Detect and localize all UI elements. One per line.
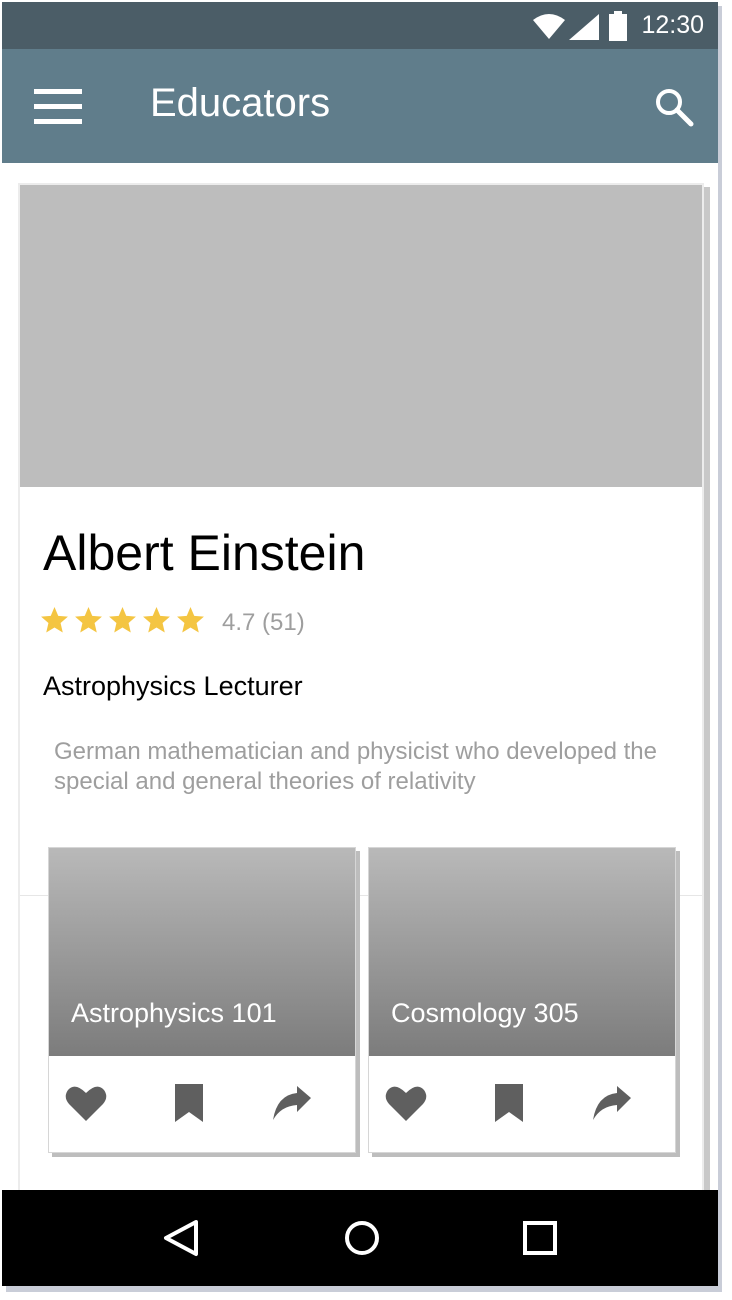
phone-screen: 12:30 Educators Albert Einstein 4.7 (51)…	[2, 2, 718, 1286]
course-image: Astrophysics 101	[49, 848, 355, 1056]
search-icon[interactable]	[654, 87, 694, 127]
bookmark-icon[interactable]	[493, 1082, 525, 1124]
educator-name: Albert Einstein	[43, 525, 366, 581]
rating-text: 4.7 (51)	[222, 609, 305, 636]
share-icon[interactable]	[271, 1086, 313, 1122]
content-area: Albert Einstein 4.7 (51) Astrophysics Le…	[2, 163, 718, 1197]
bookmark-icon[interactable]	[173, 1082, 205, 1124]
menu-icon[interactable]	[34, 89, 82, 125]
signal-icon	[569, 14, 599, 40]
educator-card: Albert Einstein 4.7 (51) Astrophysics Le…	[18, 183, 704, 1193]
course-card[interactable]: Astrophysics 101	[48, 847, 356, 1153]
hero-image	[20, 185, 702, 487]
navigation-bar	[2, 1190, 718, 1286]
educator-role: Astrophysics Lecturer	[43, 671, 303, 701]
page-title: Educators	[150, 81, 331, 125]
star-icon	[41, 606, 68, 633]
share-icon[interactable]	[591, 1086, 633, 1122]
star-icon	[143, 606, 170, 633]
heart-icon[interactable]	[65, 1084, 107, 1122]
status-time: 12:30	[641, 11, 704, 39]
battery-icon	[609, 11, 627, 41]
star-icon	[177, 606, 204, 633]
status-bar: 12:30	[2, 2, 718, 49]
star-icon	[109, 606, 136, 633]
rating-stars	[39, 605, 206, 636]
wifi-icon	[533, 14, 565, 39]
course-actions	[49, 1056, 355, 1152]
course-title: Cosmology 305	[391, 998, 579, 1028]
course-image: Cosmology 305	[369, 848, 675, 1056]
app-bar: Educators	[2, 49, 718, 163]
course-actions	[369, 1056, 675, 1152]
educator-description: German mathematician and physicist who d…	[54, 738, 657, 795]
course-card[interactable]: Cosmology 305	[368, 847, 676, 1153]
heart-icon[interactable]	[385, 1084, 427, 1122]
star-icon	[75, 606, 102, 633]
course-title: Astrophysics 101	[71, 998, 277, 1028]
recents-icon[interactable]	[520, 1218, 560, 1258]
back-icon[interactable]	[162, 1218, 202, 1258]
home-icon[interactable]	[342, 1218, 382, 1258]
